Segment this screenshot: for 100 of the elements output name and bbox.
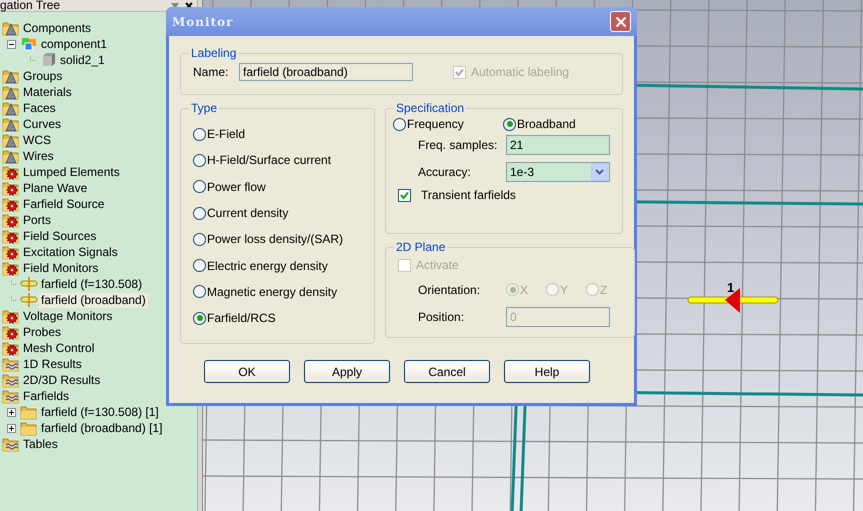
expander-icon[interactable] bbox=[6, 408, 16, 416]
radio-button[interactable] bbox=[393, 118, 406, 130]
tree-item[interactable]: Groups bbox=[21, 68, 64, 84]
radio-button[interactable] bbox=[193, 206, 206, 220]
folder-wave-icon bbox=[2, 436, 20, 452]
tree-item[interactable]: Lumped Elements bbox=[21, 164, 122, 180]
folder-gear-icon bbox=[2, 260, 20, 276]
tree-item[interactable]: farfield (broadband) [1] bbox=[39, 420, 164, 436]
tree-item[interactable]: farfield (broadband) bbox=[39, 292, 148, 308]
tree-item[interactable]: Faces bbox=[21, 100, 58, 116]
tree-item[interactable]: Curves bbox=[21, 116, 64, 132]
name-field[interactable]: farfield (broadband) bbox=[239, 63, 413, 81]
radio-label[interactable]: Electric energy density bbox=[207, 258, 328, 273]
radio-button[interactable] bbox=[193, 285, 206, 298]
check-icon bbox=[400, 190, 409, 200]
radio-label[interactable]: Magnetic energy density bbox=[207, 284, 338, 299]
tree-item[interactable]: Materials bbox=[21, 84, 74, 100]
folder-cone-icon bbox=[2, 116, 20, 132]
tree-item[interactable]: Field Sources bbox=[21, 228, 98, 244]
radio-label[interactable]: Frequency bbox=[407, 117, 464, 131]
tree-item[interactable]: WCS bbox=[21, 132, 53, 148]
freq-samples-label: Freq. samples: bbox=[417, 138, 498, 152]
folder-gear-icon bbox=[2, 180, 20, 196]
folder-cone-icon bbox=[2, 148, 20, 164]
radio-label[interactable]: Current density bbox=[207, 206, 288, 220]
tree-item[interactable]: Farfield Source bbox=[21, 196, 106, 212]
dumbbell-icon bbox=[20, 276, 38, 292]
name-label: Name: bbox=[192, 65, 230, 79]
folder-cone-icon bbox=[2, 20, 20, 36]
tree-item[interactable]: Plane Wave bbox=[21, 180, 90, 196]
accuracy-label: Accuracy: bbox=[417, 164, 472, 178]
dialog-title: Monitor bbox=[172, 14, 234, 28]
folder-gear-icon bbox=[2, 244, 20, 260]
tree-item[interactable]: solid2_1 bbox=[58, 52, 107, 68]
position-label: Position: bbox=[417, 310, 466, 324]
radio-button[interactable] bbox=[193, 232, 206, 246]
tree-item[interactable]: farfield (f=130.508) [1] bbox=[39, 404, 161, 420]
folder-gear-icon bbox=[2, 196, 20, 212]
transient-farfields-checkbox[interactable]: Transient farfields bbox=[394, 188, 614, 202]
group-title: Specification bbox=[395, 101, 466, 115]
tree-item[interactable]: 1D Results bbox=[21, 356, 84, 372]
folder-gear-icon bbox=[2, 228, 20, 244]
check-icon bbox=[455, 68, 464, 76]
radio-button[interactable] bbox=[193, 180, 206, 194]
port-number: 1 bbox=[727, 281, 734, 294]
tree-item[interactable]: Excitation Signals bbox=[21, 244, 120, 260]
radio-button[interactable] bbox=[193, 128, 206, 141]
folder-icon bbox=[20, 404, 38, 420]
radio-button[interactable] bbox=[193, 259, 206, 272]
radio-label[interactable]: Power loss density/(SAR) bbox=[207, 232, 344, 246]
close-icon[interactable] bbox=[185, 2, 193, 10]
freq-samples-field[interactable]: 21 bbox=[506, 134, 610, 154]
tree-item[interactable]: Ports bbox=[21, 212, 54, 228]
orientation-label: Orientation: bbox=[417, 282, 482, 296]
tree-item[interactable]: farfield (f=130.508) bbox=[39, 276, 144, 292]
radio-button[interactable] bbox=[193, 154, 206, 167]
dialog-button[interactable]: OK bbox=[204, 360, 290, 383]
radio-label[interactable]: Broadband bbox=[517, 117, 576, 131]
dialog-button[interactable]: Help bbox=[504, 360, 590, 383]
radio-button[interactable] bbox=[193, 312, 206, 325]
folder-cone-icon bbox=[2, 68, 20, 84]
tree-item[interactable]: Voltage Monitors bbox=[21, 308, 114, 324]
group-title: Type bbox=[190, 101, 218, 115]
tree-item[interactable]: component1 bbox=[39, 36, 110, 52]
radio-label[interactable]: Power flow bbox=[207, 180, 266, 194]
tree-item[interactable]: Mesh Control bbox=[21, 340, 96, 356]
accuracy-dropdown[interactable]: 1e-3 bbox=[506, 162, 610, 182]
dialog-button[interactable]: Apply bbox=[304, 360, 390, 383]
folder-gear-icon bbox=[2, 340, 20, 356]
folder-gear-icon bbox=[2, 324, 20, 340]
group-title: 2D Plane bbox=[395, 240, 446, 254]
expander-icon[interactable] bbox=[6, 424, 16, 432]
folder-wave-icon bbox=[2, 356, 20, 372]
folder-wave-icon bbox=[2, 372, 20, 388]
folder-cone-icon bbox=[2, 100, 20, 116]
dialog-button[interactable]: Cancel bbox=[404, 360, 490, 383]
group-title: Labeling bbox=[190, 46, 238, 60]
folder-gear-icon bbox=[2, 308, 20, 324]
chevron-down-icon[interactable] bbox=[595, 168, 604, 174]
folder-gear-icon bbox=[2, 212, 20, 228]
folder-wave-icon bbox=[2, 388, 20, 404]
tree-item[interactable]: 2D/3D Results bbox=[21, 372, 102, 388]
tree-item[interactable]: Farfields bbox=[21, 388, 72, 404]
panel-title: gation Tree bbox=[0, 0, 62, 11]
radio-label[interactable]: H-Field/Surface current bbox=[207, 153, 332, 168]
tree-item[interactable]: Probes bbox=[21, 324, 64, 340]
radio-button[interactable] bbox=[503, 118, 516, 130]
tree-item[interactable]: Field Monitors bbox=[21, 260, 100, 276]
folder-gear-icon bbox=[2, 164, 20, 180]
tree-item[interactable]: Wires bbox=[21, 148, 56, 164]
close-button[interactable] bbox=[610, 11, 631, 32]
dumbbell-icon bbox=[20, 292, 38, 308]
folder-cone-icon bbox=[2, 84, 20, 100]
folder-icon bbox=[20, 420, 38, 436]
radio-label[interactable]: E-Field bbox=[207, 127, 246, 142]
tree-item[interactable]: Components bbox=[21, 20, 94, 36]
tree-item[interactable]: Tables bbox=[21, 436, 60, 452]
radio-label[interactable]: Farfield/RCS bbox=[207, 311, 276, 326]
expander-icon[interactable] bbox=[6, 40, 16, 48]
folder-cone-icon bbox=[2, 132, 20, 148]
